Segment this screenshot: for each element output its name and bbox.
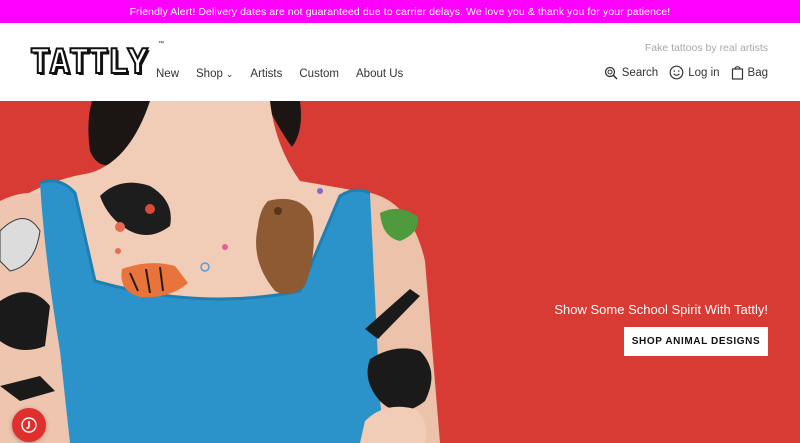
login-button[interactable]: Log in [669, 65, 720, 80]
nav-label: New [156, 68, 180, 80]
main-nav: New Shop ⌄ Artists Custom About Us [156, 68, 420, 80]
alert-text: Friendly Alert! Delivery dates are not g… [129, 5, 671, 18]
nav-item-artists[interactable]: Artists [250, 68, 282, 80]
bag-button[interactable]: Bag [731, 65, 768, 80]
header-utilities: Search Log in Bag [593, 65, 768, 80]
shop-animal-designs-button[interactable]: SHOP ANIMAL DESIGNS [624, 327, 768, 356]
bag-label: Bag [747, 66, 768, 79]
nav-label: Custom [299, 68, 339, 80]
alert-banner: Friendly Alert! Delivery dates are not g… [0, 0, 800, 23]
chat-button[interactable] [12, 408, 46, 442]
hero-headline: Show Some School Spirit With Tattly! [554, 302, 768, 317]
nav-item-shop[interactable]: Shop ⌄ [196, 68, 233, 80]
logo-trademark: ™ [158, 41, 164, 47]
login-label: Log in [688, 66, 720, 79]
nav-label: About Us [356, 68, 404, 80]
search-label: Search [621, 66, 659, 79]
chevron-down-icon: ⌄ [225, 68, 234, 79]
smiley-icon [669, 65, 684, 80]
hero-photo [0, 101, 440, 443]
bag-icon [731, 66, 743, 80]
nav-item-new[interactable]: New [156, 68, 179, 80]
nav-item-about-us[interactable]: About Us [356, 68, 403, 80]
nav-item-custom[interactable]: Custom [299, 68, 339, 80]
chat-icon [21, 417, 37, 433]
tagline: Fake tattoos by real artists [644, 42, 768, 54]
hero-banner: Show Some School Spirit With Tattly! SHO… [0, 101, 800, 443]
logo-wordmark: TATTLY [29, 42, 149, 82]
nav-label: Artists [250, 68, 283, 80]
search-icon [604, 66, 618, 80]
tattly-logo[interactable]: TATTLY ™ [29, 41, 164, 83]
nav-label: Shop [196, 68, 223, 80]
site-header: TATTLY ™ New Shop ⌄ Artists Custom About … [0, 23, 800, 101]
search-button[interactable]: Search [604, 66, 658, 80]
